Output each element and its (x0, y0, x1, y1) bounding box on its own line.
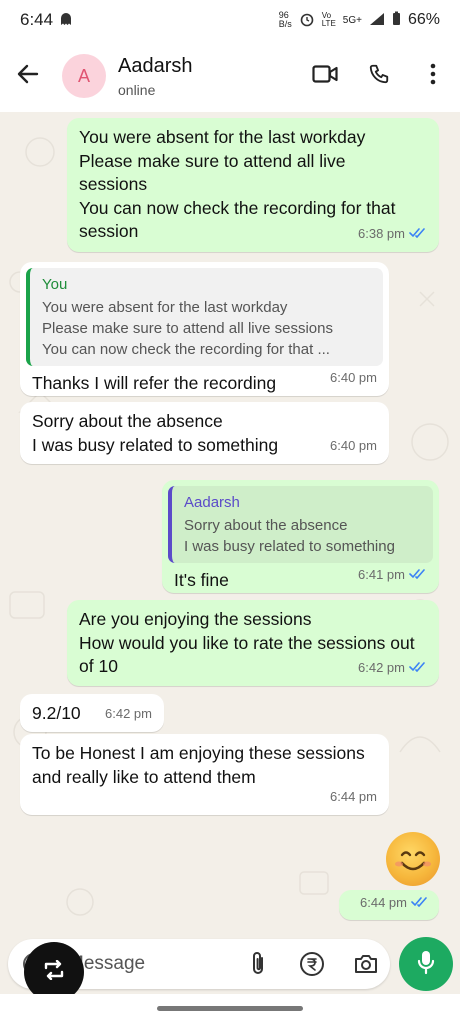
volte-icon: Vo LTE (321, 11, 336, 28)
message-text: To be Honest I am enjoying these session… (32, 743, 365, 787)
presence-status: online (118, 81, 156, 98)
quoted-message[interactable]: You You were absent for the last workday… (26, 268, 383, 366)
back-button[interactable] (0, 40, 56, 112)
battery-level: 66% (407, 11, 440, 28)
sticker-time-badge: 6:44 pm (339, 890, 439, 920)
more-options-icon (430, 63, 436, 90)
quoted-sender: You (42, 276, 68, 293)
message-text: Sorry about the absence I was busy relat… (32, 411, 279, 455)
chat-header: A Aadarsh online (0, 40, 460, 112)
message-text: Thanks I will refer the recording (32, 373, 277, 393)
alarm-icon (299, 11, 315, 30)
message-time: 6:41 pm (358, 566, 405, 582)
quoted-sender: Aadarsh (184, 494, 240, 511)
video-call-button[interactable] (298, 49, 352, 103)
message-bubble[interactable]: Aadarsh Sorry about the absence I was bu… (162, 480, 439, 593)
status-bar: 6:44 96 B/s Vo LTE 5G+ 66% (0, 0, 460, 40)
rupee-payment-icon[interactable] (298, 950, 326, 978)
message-time: 6:38 pm (358, 225, 405, 241)
voice-call-icon (368, 63, 390, 90)
rotate-icon (42, 959, 66, 985)
avatar[interactable]: A (62, 54, 106, 98)
message-bubble[interactable]: Sorry about the absence I was busy relat… (20, 402, 389, 464)
read-receipt-icon (409, 563, 427, 587)
quoted-text: Sorry about the absence I was busy relat… (184, 517, 395, 555)
read-receipt-icon (411, 891, 429, 915)
voice-call-button[interactable] (352, 49, 406, 103)
quoted-message[interactable]: Aadarsh Sorry about the absence I was bu… (168, 486, 433, 563)
read-receipt-icon (409, 656, 427, 680)
screen-rotate-button[interactable] (24, 942, 84, 1002)
data-speed-icon: 96 B/s (278, 10, 292, 29)
message-bubble[interactable]: You You were absent for the last workday… (20, 262, 389, 396)
quoted-text: You were absent for the last workday Ple… (42, 299, 333, 358)
camera-icon[interactable] (352, 950, 380, 978)
network-type: 5G+ (342, 14, 362, 26)
video-call-icon (312, 64, 338, 89)
attach-icon[interactable] (244, 950, 272, 978)
mic-icon (416, 949, 436, 980)
message-bubble[interactable]: 9.2/10 6:42 pm (20, 694, 164, 732)
message-time: 6:42 pm (105, 705, 152, 721)
chat-area[interactable]: You were absent for the last workday Ple… (0, 112, 460, 934)
home-gesture-handle[interactable] (157, 1006, 303, 1011)
back-arrow-icon (17, 63, 39, 90)
message-bubble[interactable]: To be Honest I am enjoying these session… (20, 734, 389, 815)
contact-name: Aadarsh (118, 54, 193, 77)
more-options-button[interactable] (406, 49, 460, 103)
message-bubble[interactable]: Are you enjoying the sessions How would … (67, 600, 439, 686)
message-time: 6:40 pm (330, 369, 377, 385)
message-time: 6:42 pm (358, 659, 405, 675)
status-time: 6:44 (20, 10, 54, 29)
message-time: 6:40 pm (330, 437, 377, 453)
smiling-face-emoji[interactable] (386, 832, 440, 886)
signal-icon (369, 12, 385, 29)
message-time: 6:44 pm (330, 788, 377, 804)
battery-icon (392, 11, 401, 29)
contact-info[interactable]: Aadarsh online (118, 55, 193, 98)
voice-record-button[interactable] (399, 937, 453, 991)
message-bubble[interactable]: You were absent for the last workday Ple… (67, 118, 439, 252)
read-receipt-icon (409, 222, 427, 246)
system-nav-bar (0, 994, 460, 1024)
ghost-icon (59, 12, 73, 29)
message-time: 6:44 pm (360, 894, 407, 910)
